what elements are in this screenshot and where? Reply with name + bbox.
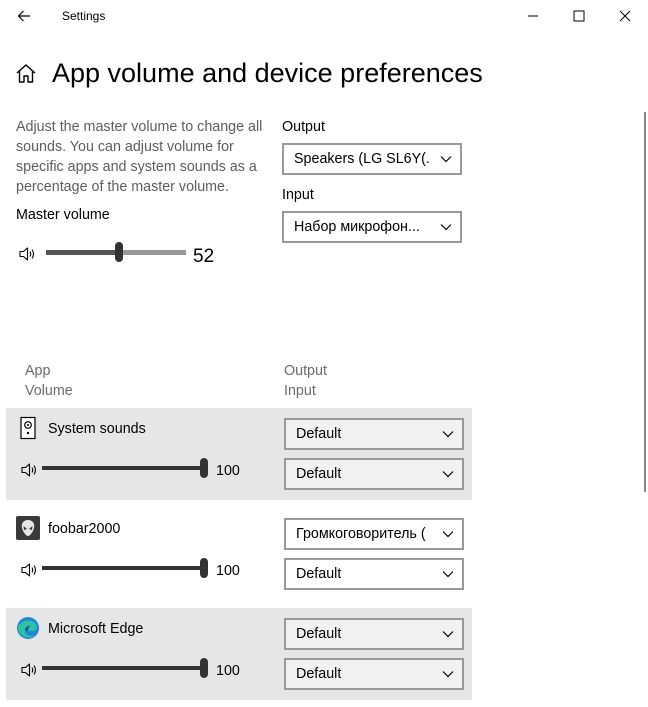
app-input-dropdown[interactable]: Default (284, 458, 464, 490)
master-description: Adjust the master volume to change all s… (16, 119, 263, 195)
input-device-value: Набор микрофон... (294, 219, 420, 235)
close-button[interactable] (602, 0, 648, 32)
slider-fill (42, 466, 204, 470)
output-label: Output (282, 119, 325, 135)
maximize-icon (573, 10, 585, 22)
maximize-button[interactable] (556, 0, 602, 32)
app-input-value: Default (296, 566, 342, 582)
app-output-value: Default (296, 426, 342, 442)
input-label: Input (282, 187, 314, 203)
app-output-dropdown[interactable]: Default (284, 418, 464, 450)
output-device-dropdown[interactable]: Speakers (LG SL6Y(... (282, 143, 462, 175)
back-button[interactable] (8, 4, 40, 28)
window-title: Settings (62, 9, 106, 23)
page-title: App volume and device preferences (52, 58, 483, 88)
back-arrow-icon (17, 10, 30, 22)
slider-thumb[interactable] (200, 558, 208, 578)
speaker-icon[interactable] (20, 460, 40, 480)
title-bar: Settings (0, 0, 648, 32)
chevron-down-icon (442, 631, 454, 638)
app-input-value: Default (296, 666, 342, 682)
system-sounds-icon (16, 416, 40, 440)
slider-fill (46, 250, 119, 255)
app-column-header: App (25, 363, 51, 379)
app-volume-value: 100 (216, 463, 240, 479)
app-input-value: Default (296, 466, 342, 482)
app-output-dropdown[interactable]: Default (284, 618, 464, 650)
slider-thumb[interactable] (200, 658, 208, 678)
chevron-down-icon (442, 431, 454, 438)
app-input-dropdown[interactable]: Default (284, 558, 464, 590)
app-output-value: Default (296, 626, 342, 642)
master-volume-label: Master volume (16, 207, 110, 223)
chevron-down-icon (442, 571, 454, 578)
vertical-scrollbar[interactable] (644, 112, 646, 492)
app-output-value: Громкоговоритель ( (296, 526, 426, 542)
chevron-down-icon (440, 224, 452, 231)
slider-thumb[interactable] (114, 242, 123, 262)
home-icon[interactable] (14, 62, 38, 86)
app-volume-value: 100 (216, 663, 240, 679)
output-column-header: Output (284, 363, 327, 379)
input-device-dropdown[interactable]: Набор микрофон... (282, 211, 462, 243)
speaker-icon[interactable] (20, 560, 40, 580)
chevron-down-icon (442, 531, 454, 538)
slider-fill (42, 666, 204, 670)
input-column-header: Input (284, 383, 316, 399)
chevron-down-icon (442, 671, 454, 678)
volume-column-header: Volume (25, 383, 73, 399)
app-name: foobar2000 (48, 521, 121, 537)
app-volume-slider[interactable] (42, 556, 208, 580)
chevron-down-icon (440, 156, 452, 163)
foobar2000-icon (16, 516, 40, 540)
app-output-dropdown[interactable]: Громкоговоритель ( (284, 518, 464, 550)
slider-thumb[interactable] (200, 458, 208, 478)
chevron-down-icon (442, 471, 454, 478)
app-name: Microsoft Edge (48, 621, 144, 637)
speaker-icon[interactable] (20, 660, 40, 680)
app-name: System sounds (48, 421, 146, 437)
output-device-value: Speakers (LG SL6Y(... (294, 151, 430, 167)
minimize-button[interactable] (510, 0, 556, 32)
speaker-icon[interactable] (18, 244, 38, 264)
app-volume-value: 100 (216, 563, 240, 579)
slider-fill (42, 566, 204, 570)
app-input-dropdown[interactable]: Default (284, 658, 464, 690)
minimize-icon (528, 15, 538, 17)
app-volume-slider[interactable] (42, 456, 208, 480)
master-volume-slider[interactable] (46, 240, 186, 264)
close-icon (619, 10, 631, 22)
microsoft-edge-icon (16, 616, 40, 640)
master-volume-value: 52 (193, 246, 215, 267)
app-volume-slider[interactable] (42, 656, 208, 680)
